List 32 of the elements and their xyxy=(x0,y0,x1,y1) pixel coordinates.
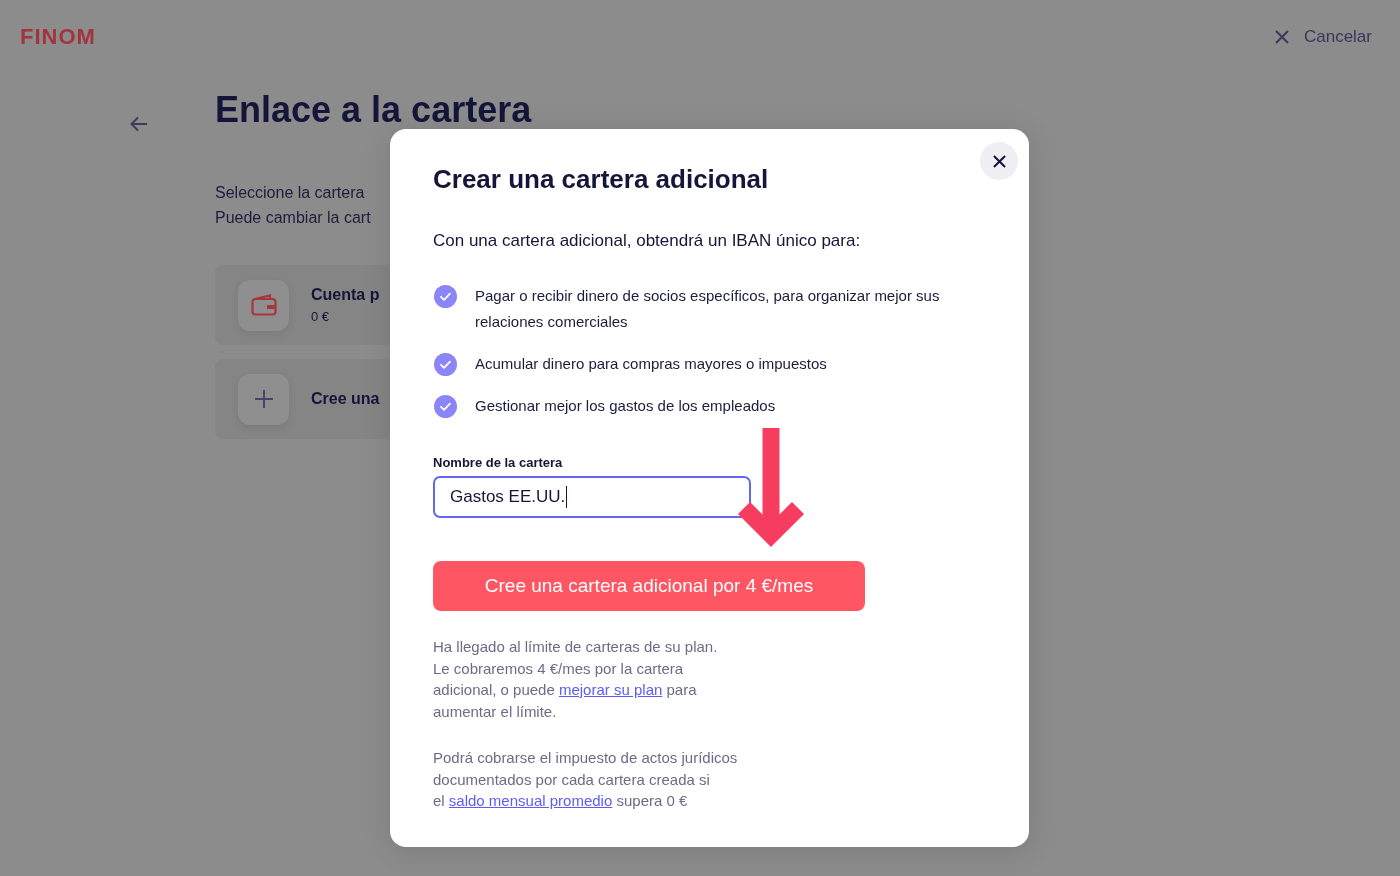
input-field[interactable]: Gastos EE.UU. xyxy=(433,476,751,518)
page-title: Enlace a la cartera xyxy=(215,91,532,128)
benefit-text: Pagar o recibir dinero de socios específicos, para organizar mejor sus relaciones comerciales xyxy=(475,286,941,332)
wallet-name: Cuenta p xyxy=(311,286,380,304)
check-icon xyxy=(434,352,457,376)
wallet-card[interactable]: Cree una xyxy=(215,359,390,439)
close-icon xyxy=(1274,30,1289,44)
wallet-icon xyxy=(238,279,289,331)
note-text: Podrá cobrarse el impuesto de actos jurídicos documentados por cada cartera creada si el saldo mensual promedio supera 0 € xyxy=(433,748,738,811)
wallet-balance: 0 € xyxy=(311,309,331,324)
back-arrow-icon xyxy=(130,116,148,132)
intro-text: Con una cartera adicional, obtendrá un IBAN único para: xyxy=(433,230,862,252)
back-button[interactable] xyxy=(130,116,148,132)
logo: FINOM xyxy=(20,24,96,50)
note-text: Ha llegado al límite de carteras de su plan. Le cobraremos 4 €/mes por la cartera adicional, o puede mejorar su plan para aumentar el límite. xyxy=(433,637,718,722)
benefit-text: Gestionar mejor los gastos de los empleados xyxy=(475,396,776,416)
subtitle-text: Seleccione la cartera xyxy=(215,183,366,203)
plus-icon xyxy=(238,373,289,425)
close-button[interactable] xyxy=(980,142,1018,180)
check-icon xyxy=(434,284,457,308)
subtitle-text: Puede cambiar la cart xyxy=(215,208,372,228)
modal-title: Crear una cartera adicional xyxy=(433,163,769,195)
close-icon xyxy=(992,154,1006,168)
wallet-name: Cree una xyxy=(311,390,380,408)
check-icon xyxy=(434,394,457,418)
create-wallet-button[interactable]: Cree una cartera adicional por 4 €/mes xyxy=(433,561,865,611)
benefit-text: Acumular dinero para compras mayores o impuestos xyxy=(475,354,827,374)
note-link[interactable]: saldo mensual promedio xyxy=(448,792,613,809)
cancel-button[interactable]: Cancelar xyxy=(1274,27,1372,47)
note-link[interactable]: mejorar su plan xyxy=(558,681,663,698)
field-label: Nombre de la cartera xyxy=(433,455,563,471)
wallet-card[interactable]: Cuenta p 0 € xyxy=(215,265,390,345)
